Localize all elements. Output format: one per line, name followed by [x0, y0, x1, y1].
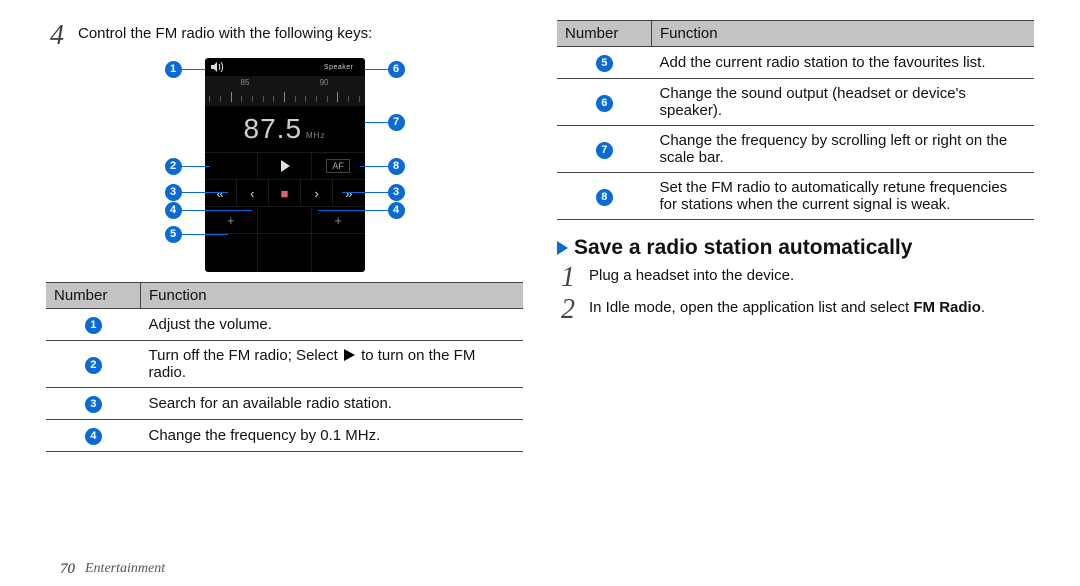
- step-2: 2 In Idle mode, open the application lis…: [557, 298, 1034, 326]
- function-table-right: Number Function 5 Add the current radio …: [557, 20, 1034, 220]
- callout-5: 5: [165, 226, 228, 243]
- callout-2: 2: [165, 158, 210, 175]
- func-text: Change the frequency by 0.1 MHz.: [141, 420, 524, 452]
- callout-4r: 4: [318, 202, 405, 219]
- func-text: Search for an available radio station.: [141, 388, 524, 420]
- func-text: Change the sound output (headset or devi…: [652, 79, 1035, 126]
- badge-7: 7: [596, 142, 613, 159]
- volume-icon: [211, 62, 225, 72]
- callout-4: 4: [165, 202, 252, 219]
- callout-8: 8: [360, 158, 405, 175]
- step-4: 4 Control the FM radio with the followin…: [46, 24, 523, 52]
- badge-5: 5: [596, 55, 613, 72]
- table-row: 5 Add the current radio station to the f…: [557, 47, 1034, 79]
- th-function: Function: [652, 21, 1035, 47]
- callout-6: 6: [364, 61, 405, 78]
- play-icon: [344, 349, 355, 361]
- af-label: AF: [326, 159, 350, 173]
- row-play: AF: [205, 152, 365, 179]
- record-icon: ■: [268, 180, 300, 206]
- right-column: Number Function 5 Add the current radio …: [557, 20, 1034, 552]
- step-1: 1 Plug a headset into the device.: [557, 266, 1034, 294]
- func-text: Set the FM radio to automatically retune…: [652, 173, 1035, 220]
- play-icon: [257, 153, 311, 179]
- table-row: 6 Change the sound output (headset or de…: [557, 79, 1034, 126]
- step-number: 2: [557, 296, 579, 324]
- table-row: 7 Change the frequency by scrolling left…: [557, 126, 1034, 173]
- page-number: 70: [60, 561, 75, 578]
- step-text: Control the FM radio with the following …: [78, 24, 372, 44]
- func-text: Add the current radio station to the fav…: [652, 47, 1035, 79]
- callout-7: 7: [364, 114, 405, 131]
- callout-1: 1: [165, 61, 206, 78]
- table-row: 3 Search for an available radio station.: [46, 388, 523, 420]
- step-text: In Idle mode, open the application list …: [589, 298, 985, 318]
- table-row: 4 Change the frequency by 0.1 MHz.: [46, 420, 523, 452]
- function-table-left: Number Function 1 Adjust the volume. 2 T…: [46, 282, 523, 452]
- badge-8: 8: [596, 189, 613, 206]
- callout-3: 3: [165, 184, 228, 201]
- chapter-label: Entertainment: [85, 561, 165, 577]
- radio-screenshot: Speaker 85 90 87.5: [205, 58, 365, 272]
- badge-2: 2: [85, 357, 102, 374]
- th-number: Number: [46, 283, 141, 309]
- func-text: Adjust the volume.: [141, 309, 524, 341]
- frequency-readout: 87.5 MHz: [205, 106, 365, 152]
- section-heading: Save a radio station automatically: [557, 236, 1034, 260]
- tuner-bar: 85 90: [205, 76, 365, 106]
- badge-3: 3: [85, 396, 102, 413]
- badge-6: 6: [596, 95, 613, 112]
- badge-1: 1: [85, 317, 102, 334]
- callout-3r: 3: [342, 184, 405, 201]
- page-footer: 70 Entertainment: [46, 552, 1034, 586]
- th-function: Function: [141, 283, 524, 309]
- th-number: Number: [557, 21, 652, 47]
- manual-page: 4 Control the FM radio with the followin…: [0, 0, 1080, 586]
- badge-4: 4: [85, 428, 102, 445]
- step-number: 4: [46, 22, 68, 50]
- speaker-label: Speaker: [319, 62, 359, 73]
- func-text: Change the frequency by scrolling left o…: [652, 126, 1035, 173]
- table-row: 8 Set the FM radio to automatically retu…: [557, 173, 1034, 220]
- radio-diagram: Speaker 85 90 87.5: [46, 58, 523, 272]
- step-number: 1: [557, 264, 579, 292]
- table-row: 2 Turn off the FM radio; Select to turn …: [46, 341, 523, 388]
- left-column: 4 Control the FM radio with the followin…: [46, 20, 523, 552]
- func-text: Turn off the FM radio; Select to turn on…: [141, 341, 524, 388]
- step-text: Plug a headset into the device.: [589, 266, 794, 286]
- table-row: 1 Adjust the volume.: [46, 309, 523, 341]
